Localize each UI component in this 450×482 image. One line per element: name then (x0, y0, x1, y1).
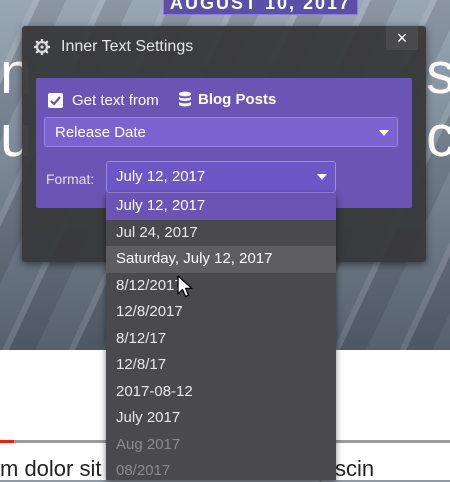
format-option[interactable]: 08/2017 (106, 458, 336, 480)
format-option[interactable]: Jul 24, 2017 (106, 220, 336, 247)
mouse-cursor-icon (177, 275, 193, 298)
format-select-value: July 12, 2017 (116, 168, 206, 185)
text-source-panel: Get text from Blog Posts Release Date Fo… (36, 78, 412, 208)
hero-title-fragment: c (426, 104, 450, 169)
format-option[interactable]: 8/12/17 (106, 326, 336, 353)
field-select-value: Release Date (55, 124, 146, 141)
format-option[interactable]: 2017-08-12 (106, 379, 336, 406)
format-option[interactable]: Saturday, July 12, 2017 (106, 246, 336, 273)
format-dropdown-list[interactable]: July 12, 2017 Jul 24, 2017 Saturday, July … (106, 193, 336, 480)
source-collection-label: Blog Posts (198, 91, 277, 108)
chevron-down-icon (379, 130, 389, 136)
format-option[interactable]: Aug 2017 (106, 432, 336, 459)
field-select[interactable]: Release Date (44, 117, 398, 147)
format-option[interactable]: 8/12/2017 (106, 273, 336, 300)
get-text-label: Get text from (72, 92, 159, 109)
format-option[interactable]: July 2017 (106, 405, 336, 432)
video-progress-fill (0, 440, 14, 443)
post-date-badge[interactable]: AUGUST 10, 2017 (163, 0, 359, 15)
close-button[interactable]: × (386, 26, 418, 50)
gear-icon (33, 38, 51, 56)
database-icon (178, 91, 192, 108)
chevron-down-icon (317, 174, 327, 180)
checkmark-icon (50, 96, 61, 106)
hero-title-fragment: s (426, 41, 450, 106)
format-label: Format: (46, 171, 95, 187)
dialog-title: Inner Text Settings (61, 38, 194, 55)
format-option[interactable]: July 12, 2017 (106, 193, 336, 220)
format-option[interactable]: 12/8/2017 (106, 299, 336, 326)
format-select[interactable]: July 12, 2017 (106, 161, 336, 193)
format-option[interactable]: 12/8/17 (106, 352, 336, 379)
get-text-checkbox[interactable] (48, 93, 63, 108)
dialog-header: Inner Text Settings × (22, 26, 426, 68)
